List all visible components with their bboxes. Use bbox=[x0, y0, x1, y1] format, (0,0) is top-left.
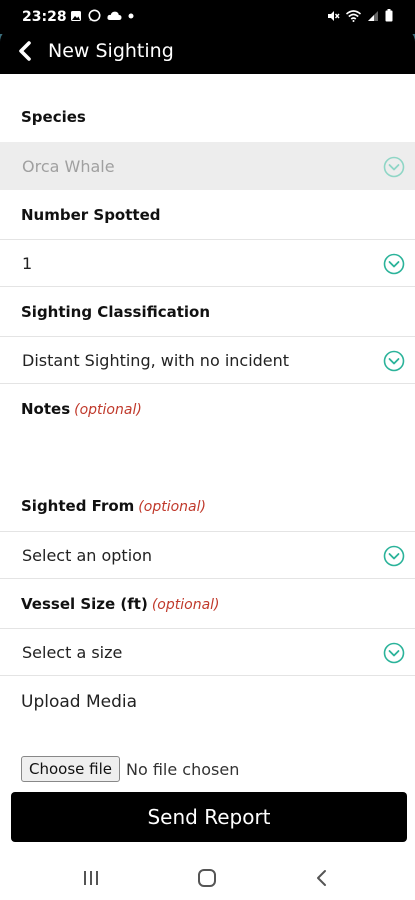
chevron-down-icon bbox=[383, 350, 405, 372]
sighted-from-label: Sighted From (optional) bbox=[21, 497, 206, 515]
status-right-icons bbox=[327, 9, 393, 22]
chevron-down-icon bbox=[383, 253, 405, 275]
vessel-size-label-text: Vessel Size (ft) bbox=[21, 595, 148, 613]
species-select[interactable]: Orca Whale bbox=[0, 142, 415, 190]
status-left-icons bbox=[70, 9, 134, 22]
chevron-down-icon bbox=[383, 642, 405, 664]
notes-label-text: Notes bbox=[21, 400, 71, 418]
vessel-size-select[interactable]: Select a size bbox=[0, 628, 415, 676]
number-spotted-label-text: Number Spotted bbox=[21, 206, 161, 224]
page-title: New Sighting bbox=[48, 40, 174, 62]
classification-label-text: Sighting Classification bbox=[21, 303, 211, 321]
number-spotted-value: 1 bbox=[22, 254, 33, 273]
optional-tag: (optional) bbox=[138, 499, 206, 515]
chevron-left-icon bbox=[19, 41, 31, 61]
chevron-down-icon bbox=[383, 156, 405, 178]
sighted-from-placeholder: Select an option bbox=[22, 546, 153, 565]
file-input: Choose file No file chosen bbox=[21, 756, 239, 782]
back-button[interactable] bbox=[10, 36, 40, 66]
battery-icon bbox=[385, 9, 393, 22]
number-spotted-select[interactable]: 1 bbox=[0, 239, 415, 287]
species-label-text: Species bbox=[21, 108, 86, 126]
nav-recents-button[interactable] bbox=[79, 866, 103, 890]
app-header: New Sighting bbox=[0, 28, 415, 74]
upload-media-label: Upload Media bbox=[21, 692, 138, 712]
back-icon bbox=[317, 870, 326, 886]
chevron-down-icon bbox=[383, 545, 405, 567]
choose-file-button[interactable]: Choose file bbox=[21, 756, 120, 782]
notes-label: Notes (optional) bbox=[21, 400, 142, 418]
dot-icon bbox=[128, 13, 134, 18]
species-label: Species bbox=[21, 108, 86, 126]
home-icon bbox=[198, 869, 216, 887]
notes-textarea[interactable] bbox=[0, 428, 415, 488]
sighted-from-select[interactable]: Select an option bbox=[0, 531, 415, 579]
nav-home-button[interactable] bbox=[195, 866, 219, 890]
number-spotted-label: Number Spotted bbox=[21, 206, 161, 224]
vessel-size-placeholder: Select a size bbox=[22, 643, 123, 662]
image-icon bbox=[71, 10, 81, 21]
status-time: 23:28 bbox=[22, 9, 67, 25]
classification-label: Sighting Classification bbox=[21, 303, 210, 321]
send-report-button[interactable]: Send Report bbox=[11, 792, 407, 842]
whatsapp-icon bbox=[88, 9, 101, 22]
cloud-icon bbox=[107, 11, 122, 20]
recents-icon bbox=[84, 871, 98, 885]
mute-icon bbox=[328, 10, 340, 21]
nav-back-button[interactable] bbox=[310, 866, 334, 890]
sighted-from-label-text: Sighted From bbox=[21, 497, 135, 515]
wifi-icon bbox=[346, 9, 361, 22]
classification-value: Distant Sighting, with no incident bbox=[22, 351, 290, 370]
send-report-label: Send Report bbox=[147, 805, 271, 829]
optional-tag: (optional) bbox=[74, 402, 142, 418]
signal-icon bbox=[368, 10, 378, 21]
system-nav-bar bbox=[0, 852, 415, 900]
species-value: Orca Whale bbox=[22, 157, 115, 176]
classification-select[interactable]: Distant Sighting, with no incident bbox=[0, 336, 415, 384]
optional-tag: (optional) bbox=[151, 597, 220, 613]
vessel-size-label: Vessel Size (ft) (optional) bbox=[21, 595, 220, 613]
file-status: No file chosen bbox=[126, 759, 240, 779]
